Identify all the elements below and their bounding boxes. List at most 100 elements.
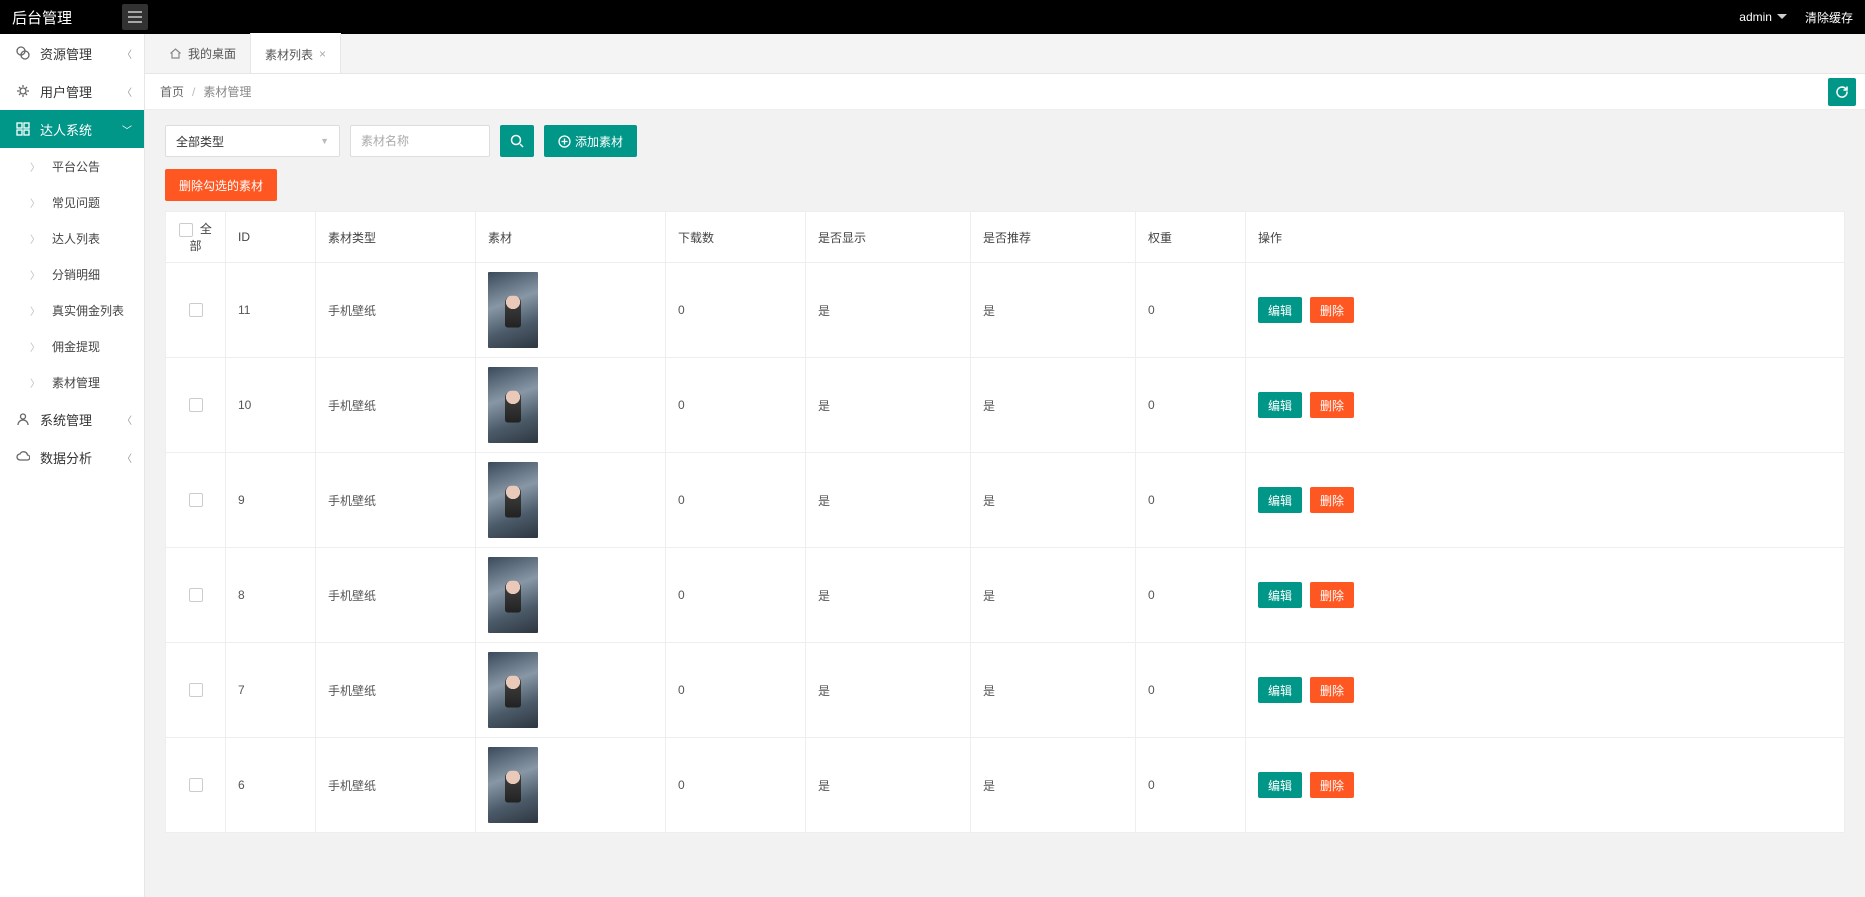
sidebar-item-users[interactable]: 用户管理 〈: [0, 72, 144, 110]
sidebar-sub-material[interactable]: 〉素材管理: [0, 364, 144, 400]
cell-show: 是: [806, 548, 971, 643]
add-material-button[interactable]: 添加素材: [544, 125, 637, 157]
chevron-left-icon: 〈: [122, 84, 132, 99]
sidebar-sub-faq[interactable]: 〉常见问题: [0, 184, 144, 220]
breadcrumb-home[interactable]: 首页: [160, 83, 184, 100]
cell-thumb: [476, 358, 666, 453]
cell-id: 7: [226, 643, 316, 738]
cell-downloads: 0: [666, 643, 806, 738]
app-title: 后台管理: [12, 7, 72, 28]
cell-id: 10: [226, 358, 316, 453]
chevron-left-icon: 〈: [122, 450, 132, 465]
chevron-down-icon: ﹀: [122, 122, 132, 137]
thumbnail-image[interactable]: [488, 747, 538, 823]
sidebar-item-resource[interactable]: 资源管理 〈: [0, 34, 144, 72]
edit-button[interactable]: 编辑: [1258, 487, 1302, 513]
delete-button[interactable]: 删除: [1310, 772, 1354, 798]
thumbnail-image[interactable]: [488, 272, 538, 348]
menu-icon: [128, 11, 142, 23]
row-checkbox[interactable]: [189, 493, 203, 507]
sidebar: 资源管理 〈 用户管理 〈 达人系统 ﹀ 〉平台公告 〉常见问题 〉达人列表 〉…: [0, 34, 145, 897]
col-header-type: 素材类型: [316, 212, 476, 263]
cell-downloads: 0: [666, 358, 806, 453]
cell-type: 手机壁纸: [316, 643, 476, 738]
cell-weight: 0: [1136, 358, 1246, 453]
user-name: admin: [1739, 10, 1772, 24]
row-checkbox[interactable]: [189, 398, 203, 412]
button-label: 删除勾选的素材: [179, 177, 263, 194]
cell-id: 8: [226, 548, 316, 643]
sidebar-item-label: 达人列表: [52, 230, 100, 247]
topbar: 后台管理 admin 清除缓存: [0, 0, 1865, 34]
plus-circle-icon: [558, 135, 571, 148]
select-all-checkbox[interactable]: [179, 223, 193, 237]
chevron-left-icon: 〈: [122, 412, 132, 427]
cell-id: 9: [226, 453, 316, 548]
col-header-material: 素材: [476, 212, 666, 263]
row-checkbox[interactable]: [189, 778, 203, 792]
filter-toolbar: 全部类型 ▼ 添加素材: [165, 125, 1845, 157]
cell-show: 是: [806, 738, 971, 833]
sidebar-sub-talent-list[interactable]: 〉达人列表: [0, 220, 144, 256]
menu-toggle-button[interactable]: [122, 4, 148, 30]
edit-button[interactable]: 编辑: [1258, 772, 1302, 798]
type-select[interactable]: 全部类型 ▼: [165, 125, 340, 157]
cell-recommend: 是: [971, 358, 1136, 453]
row-checkbox[interactable]: [189, 303, 203, 317]
thumbnail-image[interactable]: [488, 652, 538, 728]
cell-weight: 0: [1136, 738, 1246, 833]
cell-show: 是: [806, 263, 971, 358]
chevron-down-icon: ▼: [320, 136, 329, 146]
chevron-left-icon: 〈: [122, 46, 132, 61]
cell-weight: 0: [1136, 548, 1246, 643]
cell-thumb: [476, 548, 666, 643]
thumbnail-image[interactable]: [488, 557, 538, 633]
cell-thumb: [476, 453, 666, 548]
edit-button[interactable]: 编辑: [1258, 392, 1302, 418]
sidebar-sub-withdraw[interactable]: 〉佣金提现: [0, 328, 144, 364]
sidebar-sub-announcement[interactable]: 〉平台公告: [0, 148, 144, 184]
delete-selected-button[interactable]: 删除勾选的素材: [165, 169, 277, 201]
clear-cache-link[interactable]: 清除缓存: [1805, 9, 1853, 26]
tab-material-list[interactable]: 素材列表 ×: [251, 33, 341, 73]
refresh-button[interactable]: [1828, 78, 1856, 106]
sidebar-item-label: 资源管理: [40, 44, 92, 63]
col-header-downloads: 下载数: [666, 212, 806, 263]
cell-show: 是: [806, 453, 971, 548]
sidebar-item-talent[interactable]: 达人系统 ﹀: [0, 110, 144, 148]
delete-button[interactable]: 删除: [1310, 392, 1354, 418]
row-checkbox[interactable]: [189, 683, 203, 697]
search-button[interactable]: [500, 125, 534, 157]
delete-button[interactable]: 删除: [1310, 297, 1354, 323]
layers-icon: [14, 46, 32, 60]
row-checkbox[interactable]: [189, 588, 203, 602]
sidebar-sub-distribution[interactable]: 〉分销明细: [0, 256, 144, 292]
delete-button[interactable]: 删除: [1310, 582, 1354, 608]
edit-button[interactable]: 编辑: [1258, 297, 1302, 323]
user-menu[interactable]: admin: [1739, 10, 1787, 24]
col-header-show: 是否显示: [806, 212, 971, 263]
cloud-icon: [14, 450, 32, 464]
cell-downloads: 0: [666, 263, 806, 358]
edit-button[interactable]: 编辑: [1258, 582, 1302, 608]
delete-button[interactable]: 删除: [1310, 677, 1354, 703]
sidebar-item-analytics[interactable]: 数据分析 〈: [0, 438, 144, 476]
cell-downloads: 0: [666, 548, 806, 643]
delete-button[interactable]: 删除: [1310, 487, 1354, 513]
thumbnail-image[interactable]: [488, 462, 538, 538]
tab-desktop[interactable]: 我的桌面: [155, 33, 251, 73]
close-icon[interactable]: ×: [319, 47, 326, 61]
material-name-input[interactable]: [350, 125, 490, 157]
col-header-ops: 操作: [1246, 212, 1845, 263]
edit-button[interactable]: 编辑: [1258, 677, 1302, 703]
sidebar-sub-commission-list[interactable]: 〉真实佣金列表: [0, 292, 144, 328]
material-table: 全部 ID 素材类型 素材 下载数 是否显示 是否推荐 权重 操作 11手机壁纸…: [165, 211, 1845, 833]
sidebar-item-label: 佣金提现: [52, 338, 100, 355]
table-row: 10手机壁纸0是是0编辑删除: [166, 358, 1845, 453]
sidebar-item-label: 达人系统: [40, 120, 92, 139]
sidebar-item-label: 平台公告: [52, 158, 100, 175]
thumbnail-image[interactable]: [488, 367, 538, 443]
sidebar-item-system[interactable]: 系统管理 〈: [0, 400, 144, 438]
cell-recommend: 是: [971, 263, 1136, 358]
sidebar-item-label: 分销明细: [52, 266, 100, 283]
